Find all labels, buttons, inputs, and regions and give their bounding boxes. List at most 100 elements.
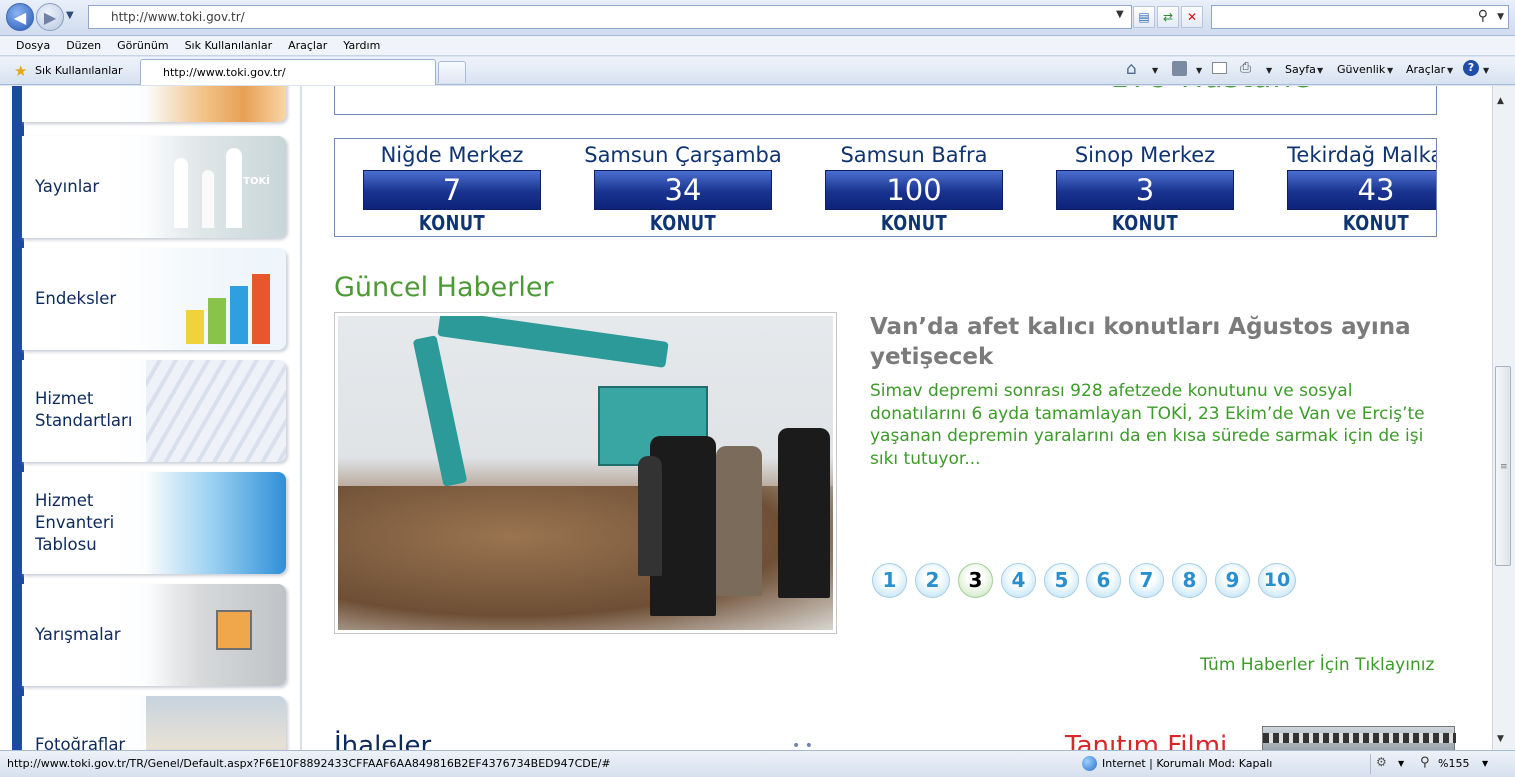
compatibility-view-button[interactable]: ▤ [1133, 6, 1155, 28]
housing-unit: KONUT [1342, 211, 1410, 235]
zoom-icon[interactable]: ⚲ [1420, 755, 1430, 770]
excavator-photo [338, 316, 833, 630]
search-dropdown-icon[interactable]: ▼ [1497, 12, 1504, 22]
protected-mode-dropdown-icon[interactable]: ▼ [1398, 759, 1404, 768]
housing-count-item[interactable]: Samsun Bafra 100 KONUT [799, 139, 1029, 235]
scroll-thumb[interactable]: ≡ [1495, 366, 1511, 566]
housing-count-item[interactable]: Samsun Çarşamba 34 KONUT [568, 139, 798, 235]
help-dropdown-icon[interactable]: ▼ [1483, 66, 1489, 75]
menu-item-file[interactable]: Dosya [16, 39, 50, 52]
housing-count-item[interactable]: Tekirdağ Malkara 43 KONUT [1261, 139, 1436, 235]
news-photo[interactable] [334, 312, 837, 634]
housing-city: Samsun Çarşamba [584, 143, 782, 167]
news-summary[interactable]: Simav depremi sonrası 928 afetzede konut… [870, 380, 1430, 470]
url-dropdown-icon[interactable]: ▼ [1116, 9, 1124, 20]
tenders-section-title[interactable]: İhaleler [334, 731, 431, 750]
refresh-button[interactable]: ⇄ [1157, 6, 1179, 28]
tools-dropdown-icon[interactable]: ▼ [1447, 66, 1453, 75]
sidebar-item-label: Fotoğraflar [35, 735, 126, 750]
news-page-3[interactable]: 3 [958, 563, 993, 598]
news-page-1[interactable]: 1 [872, 563, 907, 598]
vertical-scrollbar[interactable]: ▲ ≡ ▼ [1492, 86, 1515, 750]
tab-active[interactable]: http://www.toki.gov.tr/ [140, 59, 436, 85]
stop-button[interactable]: ✕ [1181, 6, 1203, 28]
history-dropdown-icon[interactable]: ▼ [66, 10, 74, 21]
sidebar-item-previous[interactable] [22, 86, 286, 122]
news-page-10[interactable]: 10 [1258, 563, 1296, 598]
search-input[interactable]: ⚲ ▼ [1211, 5, 1509, 29]
protected-mode-icon[interactable]: ⚙ [1376, 755, 1387, 769]
housing-count-item[interactable]: Sinop Merkez 3 KONUT [1030, 139, 1260, 235]
news-page-4[interactable]: 4 [1001, 563, 1036, 598]
new-tab-button[interactable] [438, 61, 466, 83]
news-headline[interactable]: Van’da afet kalıcı konutları Ağustos ayı… [870, 312, 1450, 372]
browser-window: ◀ ▶ ▼ http://www.toki.gov.tr/ ▼ ▤ ⇄ ✕ ⚲ … [0, 0, 1515, 777]
status-bar: http://www.toki.gov.tr/TR/Genel/Default.… [0, 750, 1515, 777]
address-bar-row: ◀ ▶ ▼ http://www.toki.gov.tr/ ▼ ▤ ⇄ ✕ ⚲ … [0, 0, 1515, 36]
favorites-star-icon[interactable]: ★ [14, 62, 27, 80]
news-page-7[interactable]: 7 [1129, 563, 1164, 598]
scroll-up-icon[interactable]: ▲ [1497, 96, 1504, 106]
sidebar-item-label: Yarışmalar [35, 625, 121, 644]
feeds-dropdown-icon[interactable]: ▼ [1196, 66, 1202, 75]
feeds-icon[interactable] [1172, 61, 1187, 76]
safety-dropdown-icon[interactable]: ▼ [1387, 66, 1393, 75]
search-icon[interactable]: ⚲ [1478, 8, 1488, 24]
sidebar-item-label: Yayınlar [35, 177, 100, 196]
housing-count-value: 7 [363, 170, 541, 210]
scroll-down-icon[interactable]: ▼ [1497, 734, 1504, 744]
print-icon[interactable]: ⎙ [1240, 60, 1251, 76]
sidebar-item-label: Endeksler [35, 289, 117, 308]
favorites-button[interactable]: Sık Kullanılanlar [35, 64, 123, 77]
home-icon[interactable]: ⌂ [1126, 59, 1137, 79]
zoom-level[interactable]: %155 [1438, 757, 1469, 770]
sidebar-art [146, 86, 286, 122]
page-dropdown-icon[interactable]: ▼ [1317, 66, 1323, 75]
print-dropdown-icon[interactable]: ▼ [1266, 66, 1272, 75]
news-page-6[interactable]: 6 [1086, 563, 1121, 598]
window-art [146, 584, 286, 686]
menu-item-help[interactable]: Yardım [343, 39, 380, 52]
sidebar-item-endeksler[interactable]: Endeksler [22, 248, 286, 350]
home-dropdown-icon[interactable]: ▼ [1152, 66, 1158, 75]
building-art [146, 360, 286, 462]
tenders-fragment: • • [792, 738, 813, 750]
all-news-link[interactable]: Tüm Haberler İçin Tıklayınız [1200, 655, 1434, 675]
promo-film-thumbnail[interactable] [1262, 726, 1456, 750]
housing-unit: KONUT [649, 211, 717, 235]
scroll-grip-icon: ≡ [1500, 462, 1508, 472]
housing-unit: KONUT [880, 211, 948, 235]
forward-button[interactable]: ▶ [36, 3, 64, 31]
menu-item-favorites[interactable]: Sık Kullanılanlar [185, 39, 273, 52]
housing-unit: KONUT [418, 211, 486, 235]
promo-film-title[interactable]: Tanıtım Filmi [1065, 731, 1227, 750]
tools-menu-button[interactable]: Araçlar [1406, 63, 1445, 76]
sidebar-item-fotograflar[interactable]: Fotoğraflar [22, 696, 286, 750]
mail-icon[interactable] [1212, 62, 1227, 74]
sidebar-item-yarismalar[interactable]: Yarışmalar [22, 584, 286, 686]
sidebar-item-yayinlar[interactable]: TOKİ Yayınlar [22, 136, 286, 238]
news-page-9[interactable]: 9 [1215, 563, 1250, 598]
menu-item-edit[interactable]: Düzen [66, 39, 101, 52]
safety-menu-button[interactable]: Güvenlik [1337, 63, 1385, 76]
ticker-previous-fragment: •••••••••••••••••••••••••••• [395, 86, 626, 90]
news-page-2[interactable]: 2 [915, 563, 950, 598]
news-page-8[interactable]: 8 [1172, 563, 1207, 598]
page-menu-button[interactable]: Sayfa [1285, 63, 1316, 76]
security-zone[interactable]: Internet | Korumalı Mod: Kapalı [1102, 757, 1272, 770]
sidebar-item-label: Hizmet Envanteri Tablosu [35, 491, 115, 554]
news-section-title: Güncel Haberler [334, 272, 554, 303]
news-page-5[interactable]: 5 [1044, 563, 1079, 598]
menu-item-tools[interactable]: Araçlar [288, 39, 327, 52]
zoom-dropdown-icon[interactable]: ▼ [1482, 759, 1488, 768]
sidebar-item-hizmet-standartlari[interactable]: Hizmet Standartları [22, 360, 286, 462]
sidebar-item-hizmet-envanteri[interactable]: Hizmet Envanteri Tablosu [22, 472, 286, 574]
housing-count-value: 34 [594, 170, 772, 210]
back-button[interactable]: ◀ [6, 3, 34, 31]
housing-unit: KONUT [1111, 211, 1179, 235]
housing-count-value: 100 [825, 170, 1003, 210]
menu-item-view[interactable]: Görünüm [117, 39, 168, 52]
housing-count-item[interactable]: Niğde Merkez 7 KONUT [337, 139, 567, 235]
url-input[interactable]: http://www.toki.gov.tr/ [88, 5, 1132, 29]
help-icon[interactable]: ? [1463, 60, 1479, 76]
